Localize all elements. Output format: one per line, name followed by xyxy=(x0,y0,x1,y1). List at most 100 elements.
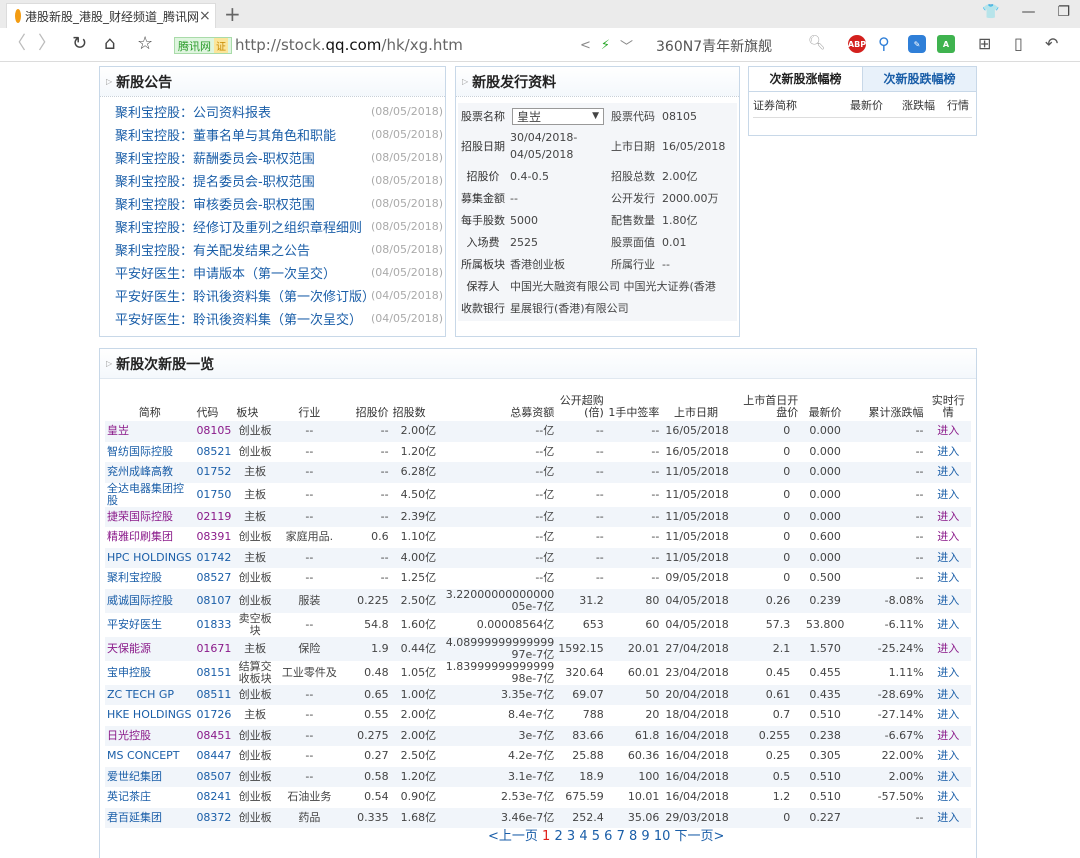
forward-icon[interactable]: 〉 xyxy=(38,34,56,54)
stock-name-link[interactable]: 捷荣国际控股 xyxy=(107,510,173,523)
note-ext-icon[interactable]: ✎ xyxy=(908,35,926,53)
tablet-icon[interactable]: ▯ xyxy=(1014,34,1023,53)
stock-name-link[interactable]: 日光控股 xyxy=(107,729,151,742)
minimize-icon[interactable]: — xyxy=(1021,4,1035,20)
restore-icon[interactable]: ❐ xyxy=(1057,4,1070,20)
skin-icon[interactable]: 👕 xyxy=(982,4,999,20)
stock-name-link[interactable]: HPC HOLDINGS xyxy=(107,551,192,564)
notice-link[interactable]: 平安好医生：聆讯後资料集（第一次修订版） xyxy=(115,286,375,305)
lightning-icon[interactable]: ⚡ xyxy=(601,38,610,53)
translate-ext-icon[interactable]: A xyxy=(937,35,955,53)
quote-link[interactable]: 进入 xyxy=(937,571,959,584)
stock-name-link[interactable]: 天保能源 xyxy=(107,642,151,655)
quote-link[interactable]: 进入 xyxy=(937,445,959,458)
back-icon[interactable]: 〈 xyxy=(8,34,26,54)
page-link[interactable]: 10 xyxy=(654,829,671,844)
quote-link[interactable]: 进入 xyxy=(937,729,959,742)
home-icon[interactable]: ⌂ xyxy=(104,34,115,54)
stock-name-link[interactable]: 精雅印刷集团 xyxy=(107,530,173,543)
quote-link[interactable]: 进入 xyxy=(937,618,959,631)
raised-value: -- xyxy=(510,191,518,205)
quote-link[interactable]: 进入 xyxy=(937,790,959,803)
page-link[interactable]: 2 xyxy=(554,829,562,844)
stock-name-link[interactable]: 智纺国际控股 xyxy=(107,445,173,458)
quote-link[interactable]: 进入 xyxy=(937,510,959,523)
quote-link[interactable]: 进入 xyxy=(937,708,959,721)
listing-date-cell: 11/05/2018 xyxy=(661,547,731,568)
next-page-link[interactable]: 下一页> xyxy=(675,829,725,844)
stock-name-link[interactable]: 聚利宝控股 xyxy=(107,571,162,584)
share-icon[interactable]: < xyxy=(580,38,591,53)
notice-date: (08/05/2018) xyxy=(371,105,443,118)
quote-link[interactable]: 进入 xyxy=(937,688,959,701)
chevron-down-icon[interactable]: ﹀ xyxy=(620,36,633,55)
undo-icon[interactable]: ↶ xyxy=(1045,34,1058,53)
board-cell: 创业板 xyxy=(234,807,276,828)
quote-link[interactable]: 进入 xyxy=(937,551,959,564)
adblock-icon[interactable]: ABP xyxy=(848,35,866,53)
notice-link[interactable]: 平安好医生：申请版本（第一次呈交） xyxy=(115,263,336,282)
listing-date-cell: 04/05/2018 xyxy=(661,588,731,613)
stock-name-link[interactable]: 威诚国际控股 xyxy=(107,594,173,607)
quote-link[interactable]: 进入 xyxy=(937,465,959,478)
quote-link[interactable]: 进入 xyxy=(937,530,959,543)
close-tab-icon[interactable]: × xyxy=(199,8,211,24)
page-link[interactable]: 7 xyxy=(617,829,625,844)
page-link[interactable]: 8 xyxy=(629,829,637,844)
column-header: 实时行情 xyxy=(931,394,965,419)
bookmark-star-icon[interactable]: ☆ xyxy=(137,34,153,54)
notice-link[interactable]: 聚利宝控股：经修订及重列之组织章程细则 xyxy=(115,217,362,236)
stock-name-link[interactable]: 平安好医生 xyxy=(107,618,162,631)
notice-link[interactable]: 聚利宝控股：有关配发结果之公告 xyxy=(115,240,310,259)
stock-name-link[interactable]: 全达电器集团控股 xyxy=(107,482,184,507)
quote-link[interactable]: 进入 xyxy=(937,642,959,655)
notice-link[interactable]: 聚利宝控股：公司资料报表 xyxy=(115,102,271,121)
stock-name-select[interactable]: 皇岦 ▼ xyxy=(512,107,604,125)
quote-link[interactable]: 进入 xyxy=(937,666,959,679)
quote-link[interactable]: 进入 xyxy=(937,488,959,501)
public-offer-label: 公开发行 xyxy=(611,192,655,205)
quote-link[interactable]: 进入 xyxy=(937,594,959,607)
offer-price-cell: 0.58 xyxy=(342,766,391,787)
page-link[interactable]: 5 xyxy=(592,829,600,844)
page-link[interactable]: 3 xyxy=(567,829,575,844)
quote-link[interactable]: 进入 xyxy=(937,749,959,762)
notice-link[interactable]: 聚利宝控股：董事名单与其角色和职能 xyxy=(115,125,336,144)
offer-price-cell: 0.54 xyxy=(364,790,389,804)
stock-name-link[interactable]: 君百延集团 xyxy=(107,811,162,824)
quote-link[interactable]: 进入 xyxy=(937,424,959,437)
new-tab-button[interactable]: + xyxy=(224,3,241,25)
stock-name-link[interactable]: 英记茶庄 xyxy=(107,790,151,803)
stock-name-link[interactable]: HKE HOLDINGS xyxy=(107,708,191,721)
stock-name-link[interactable]: 爱世纪集团 xyxy=(107,770,162,783)
shares-cell: 1.20亿 xyxy=(400,444,437,458)
stock-name-link[interactable]: 兖州成峰高教 xyxy=(107,465,173,478)
stock-name-link[interactable]: 皇岦 xyxy=(107,424,129,437)
quote-link[interactable]: 进入 xyxy=(937,770,959,783)
prev-page-link[interactable]: <上一页 xyxy=(488,829,538,844)
first-open-cell: 0.26 xyxy=(730,588,801,613)
url-field[interactable]: http://stock.qq.com/hk/xg.htm xyxy=(235,36,463,54)
apps-icon[interactable]: ⊞ xyxy=(978,34,991,53)
magnifier-ext-icon[interactable]: ⚲ xyxy=(878,34,890,53)
notice-link[interactable]: 聚利宝控股：审核委员会-职权范围 xyxy=(115,194,315,213)
page-link[interactable]: 9 xyxy=(641,829,649,844)
stock-name-link[interactable]: ZC TECH GP xyxy=(107,688,174,701)
notice-link[interactable]: 聚利宝控股：提名委员会-职权范围 xyxy=(115,171,315,190)
tab-gain-ranking[interactable]: 次新股涨幅榜 xyxy=(749,67,862,91)
search-input[interactable]: 360N7青年新旗舰 xyxy=(656,36,772,56)
search-icon[interactable]: 🔍︎ xyxy=(808,35,826,51)
page-link[interactable]: 4 xyxy=(579,829,587,844)
notice-link[interactable]: 聚利宝控股：薪酬委员会-职权范围 xyxy=(115,148,315,167)
reload-icon[interactable]: ↻ xyxy=(72,34,87,54)
notice-link[interactable]: 平安好医生：聆讯後资料集（第一次呈交） xyxy=(115,309,362,328)
certificate-badge[interactable]: 腾讯网 证 xyxy=(174,37,232,54)
tab-loss-ranking[interactable]: 次新股跌幅榜 xyxy=(862,67,976,91)
listing-date-cell: 16/04/2018 xyxy=(665,749,729,763)
page-link[interactable]: 6 xyxy=(604,829,612,844)
browser-tab[interactable]: 港股新股_港股_财经频道_腾讯网 × xyxy=(6,3,216,28)
offer-price-cell: -- xyxy=(380,571,389,585)
stock-name-link[interactable]: MS CONCEPT xyxy=(107,749,180,762)
quote-link[interactable]: 进入 xyxy=(937,811,959,824)
stock-name-link[interactable]: 宝申控股 xyxy=(107,666,151,679)
